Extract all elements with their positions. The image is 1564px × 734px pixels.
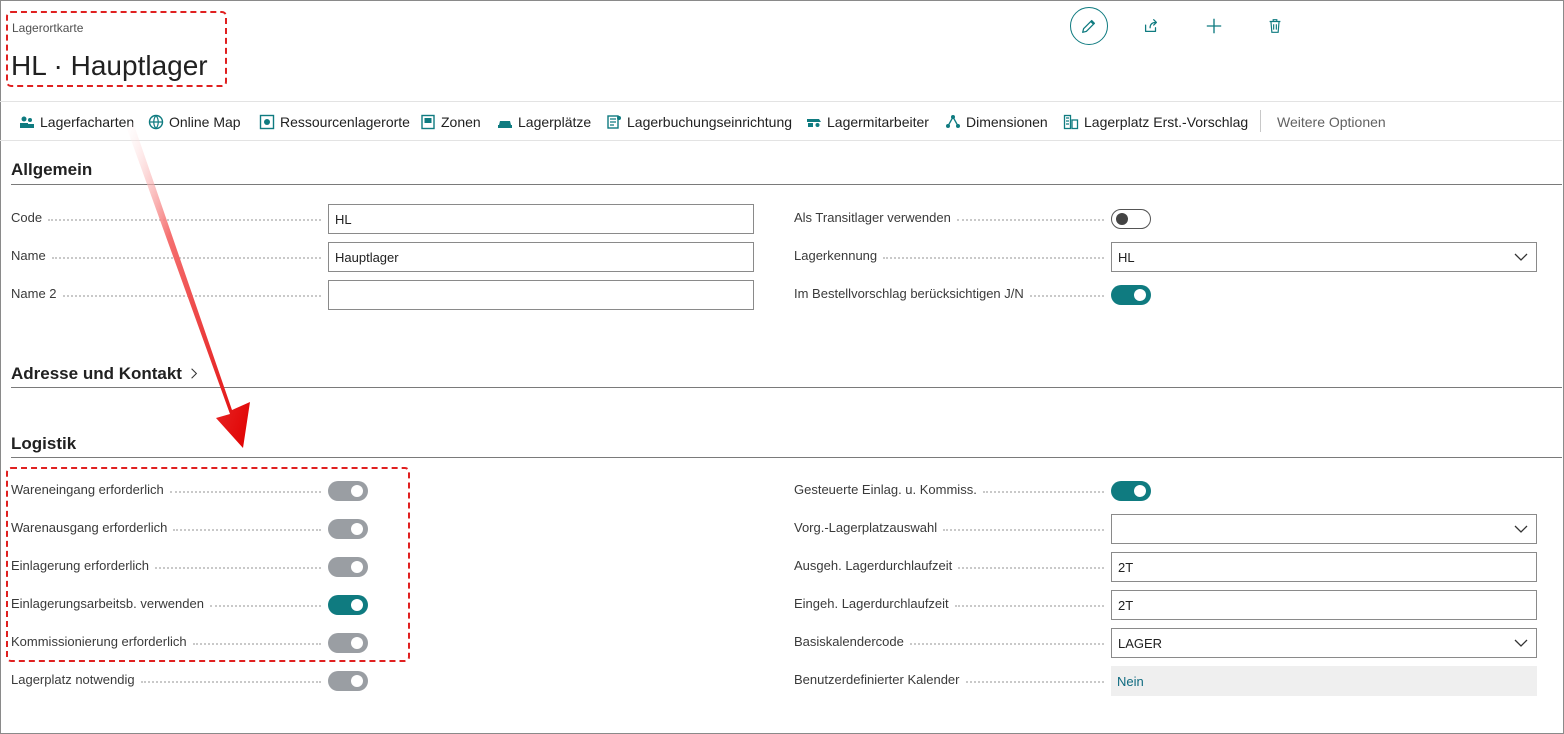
- action-label: Lagerbuchungseinrichtung: [627, 114, 793, 130]
- action-separator: [1260, 110, 1261, 132]
- dimensions-icon: [945, 114, 961, 130]
- field-label-bestellvorschlag: Im Bestellvorschlag berücksichtigen J/N: [794, 286, 1104, 301]
- basiskalender-select[interactable]: LAGER: [1111, 628, 1537, 658]
- ausgeh-field[interactable]: 2T: [1111, 552, 1537, 582]
- chevron-right-icon: [190, 368, 197, 379]
- action-label: Online Map: [169, 114, 241, 130]
- action-label: Dimensionen: [966, 114, 1048, 130]
- bin-icon: [497, 114, 513, 130]
- field-label-benutzer: Benutzerdefinierter Kalender: [794, 672, 1104, 687]
- section-logistik-title[interactable]: Logistik: [11, 434, 76, 454]
- section-divider: [11, 184, 1562, 185]
- field-label-code: Code: [11, 210, 321, 225]
- field-label-lagerkennung: Lagerkennung: [794, 248, 1104, 263]
- action-label: Zonen: [441, 114, 481, 130]
- action-lagerplaetze[interactable]: Lagerplätze: [497, 110, 591, 134]
- new-button[interactable]: [1195, 7, 1233, 45]
- lagerkennung-select[interactable]: HL: [1111, 242, 1537, 272]
- delete-button[interactable]: [1256, 7, 1294, 45]
- share-button[interactable]: [1132, 7, 1170, 45]
- lagerkennung-value: HL: [1118, 249, 1135, 265]
- action-lagerplatz-erst-vorschlag[interactable]: Lagerplatz Erst.-Vorschlag: [1063, 110, 1248, 134]
- code-field[interactable]: HL: [328, 204, 754, 234]
- edit-icon: [1082, 19, 1096, 33]
- plus-icon: [1206, 18, 1222, 34]
- chevron-down-icon: [1514, 525, 1528, 533]
- action-bar: Lagerfacharten Online Map Ressourcenlage…: [0, 101, 1562, 141]
- field-label-vorg: Vorg.-Lagerplatzauswahl: [794, 520, 1104, 535]
- more-options-button[interactable]: Weitere Optionen: [1277, 110, 1386, 134]
- action-online-map[interactable]: Online Map: [148, 110, 241, 134]
- bin-creation-icon: [1063, 114, 1079, 130]
- bin-types-icon: [19, 114, 35, 130]
- action-lagerfacharten[interactable]: Lagerfacharten: [19, 110, 134, 134]
- action-dimensionen[interactable]: Dimensionen: [945, 110, 1048, 134]
- delete-icon: [1269, 19, 1281, 33]
- field-label-ausgeh: Ausgeh. Lagerdurchlaufzeit: [794, 558, 1104, 573]
- field-label-basiskalender: Basiskalendercode: [794, 634, 1104, 649]
- resource-icon: [259, 114, 275, 130]
- field-label-name2: Name 2: [11, 286, 321, 301]
- chevron-down-icon: [1514, 639, 1528, 647]
- more-options-label: Weitere Optionen: [1277, 114, 1386, 130]
- gesteuerte-toggle[interactable]: [1111, 481, 1151, 501]
- benutzer-kalender-link[interactable]: Nein: [1111, 666, 1537, 696]
- action-ressourcenlagerorte[interactable]: Ressourcenlagerorte: [259, 110, 410, 134]
- action-lagermitarbeiter[interactable]: Lagermitarbeiter: [806, 110, 929, 134]
- transit-toggle[interactable]: [1111, 209, 1151, 229]
- zone-icon: [420, 114, 436, 130]
- action-label: Lagermitarbeiter: [827, 114, 929, 130]
- action-lagerbuchungseinrichtung[interactable]: Lagerbuchungseinrichtung: [606, 110, 792, 134]
- field-label-gesteuerte: Gesteuerte Einlag. u. Kommiss.: [794, 482, 1104, 497]
- posting-setup-icon: [606, 114, 622, 130]
- logistik-highlight-box: [6, 467, 410, 662]
- globe-icon: [148, 114, 164, 130]
- name-field[interactable]: Hauptlager: [328, 242, 754, 272]
- basiskalender-value: LAGER: [1118, 635, 1163, 651]
- section-adresse-title[interactable]: Adresse und Kontakt: [11, 364, 198, 384]
- eingeh-field[interactable]: 2T: [1111, 590, 1537, 620]
- lagerplatz-notwendig-toggle[interactable]: [328, 671, 368, 691]
- action-label: Lagerplätze: [518, 114, 592, 130]
- name2-field[interactable]: [328, 280, 754, 310]
- action-zonen[interactable]: Zonen: [420, 110, 481, 134]
- share-icon: [1144, 19, 1158, 33]
- section-divider: [11, 457, 1562, 458]
- vorg-select[interactable]: [1111, 514, 1537, 544]
- field-label-lagerplatz-notwendig: Lagerplatz notwendig: [11, 672, 321, 687]
- field-label-name: Name: [11, 248, 321, 263]
- chevron-down-icon: [1514, 253, 1528, 261]
- title-highlight-box: [6, 11, 227, 87]
- action-label: Ressourcenlagerorte: [280, 114, 410, 130]
- employee-icon: [806, 114, 822, 130]
- section-allgemein-title[interactable]: Allgemein: [11, 160, 92, 180]
- edit-button[interactable]: [1070, 7, 1108, 45]
- action-label: Lagerplatz Erst.-Vorschlag: [1084, 114, 1249, 130]
- field-label-eingeh: Eingeh. Lagerdurchlaufzeit: [794, 596, 1104, 611]
- action-label: Lagerfacharten: [40, 114, 135, 130]
- field-label-transit: Als Transitlager verwenden: [794, 210, 1104, 225]
- section-divider: [11, 387, 1562, 388]
- bestellvorschlag-toggle[interactable]: [1111, 285, 1151, 305]
